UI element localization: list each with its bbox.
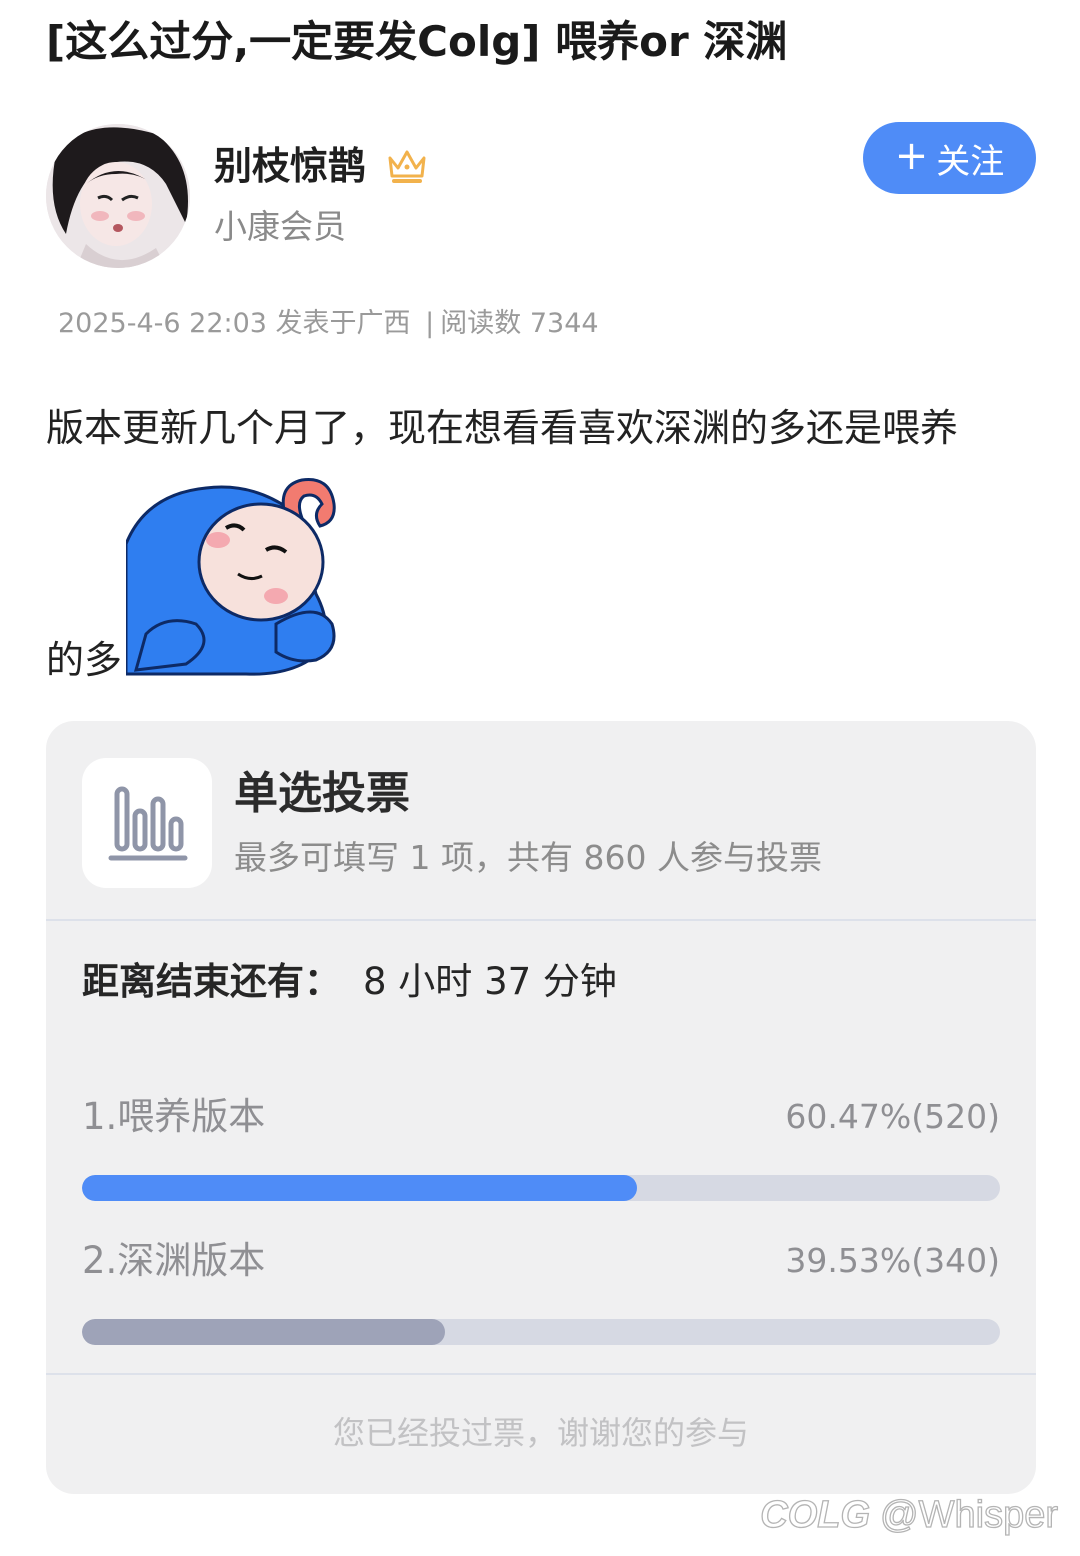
author-name[interactable]: 别枝惊鹊 bbox=[214, 140, 366, 192]
poll-icon-box bbox=[82, 758, 212, 888]
meta-separator: | bbox=[425, 308, 435, 339]
read-count: 阅读数 7344 bbox=[440, 308, 599, 339]
poll-title: 单选投票 bbox=[234, 768, 410, 819]
poll-divider-top bbox=[46, 919, 1036, 921]
option-result: 39.53%(340) bbox=[785, 1241, 1000, 1280]
watermark: COLG @Whisper bbox=[760, 1490, 1059, 1540]
option-label: 2.深渊版本 bbox=[82, 1239, 266, 1282]
option-label: 1.喂养版本 bbox=[82, 1095, 266, 1138]
watermark-handle: @Whisper bbox=[879, 1493, 1058, 1536]
crown-icon bbox=[388, 150, 426, 183]
poll-card: 单选投票 最多可填写 1 项，共有 860 人参与投票 距离结束还有： 8 小时 … bbox=[46, 721, 1036, 1494]
option-bar-track bbox=[82, 1175, 1000, 1201]
post-title: [这么过分,一定要发Colg] 喂养or 深渊 bbox=[46, 17, 788, 66]
author-avatar[interactable] bbox=[46, 124, 190, 268]
post-body-line-1: 版本更新几个月了，现在想看看喜欢深渊的多还是喂养 bbox=[46, 406, 959, 450]
post-meta: 2025-4-6 22:03 发表于广西 | 阅读数 7344 bbox=[58, 304, 599, 344]
poll-option[interactable]: 2.深渊版本 39.53%(340) bbox=[82, 1235, 1000, 1355]
colg-logo: COLG bbox=[760, 1493, 871, 1536]
option-bar-track bbox=[82, 1319, 1000, 1345]
countdown-value: 8 小时 37 分钟 bbox=[363, 960, 617, 1003]
option-bar-fill bbox=[82, 1319, 445, 1345]
poll-divider-bottom bbox=[46, 1373, 1036, 1375]
plus-icon: + bbox=[894, 133, 929, 179]
post-body-line-2: 的多 bbox=[46, 638, 123, 682]
option-result: 60.47%(520) bbox=[785, 1097, 1000, 1136]
follow-button[interactable]: + 关注 bbox=[863, 122, 1036, 194]
poll-countdown: 距离结束还有： 8 小时 37 分钟 bbox=[82, 957, 617, 1007]
post-location: 发表于广西 bbox=[275, 308, 411, 339]
follow-label: 关注 bbox=[936, 141, 1005, 182]
countdown-label: 距离结束还有： bbox=[82, 960, 341, 1003]
voted-message: 您已经投过票，谢谢您的参与 bbox=[332, 1414, 749, 1452]
poll-option[interactable]: 1.喂养版本 60.47%(520) bbox=[82, 1091, 1000, 1211]
post-datetime: 2025-4-6 22:03 bbox=[58, 308, 267, 339]
option-bar-fill bbox=[82, 1175, 638, 1201]
bar-chart-icon bbox=[108, 786, 188, 861]
avatar-illustration bbox=[46, 124, 190, 268]
blue-hooded-character-sticker bbox=[126, 478, 336, 676]
member-level: 小康会员 bbox=[214, 207, 346, 246]
poll-subtitle: 最多可填写 1 项，共有 860 人参与投票 bbox=[234, 838, 822, 877]
